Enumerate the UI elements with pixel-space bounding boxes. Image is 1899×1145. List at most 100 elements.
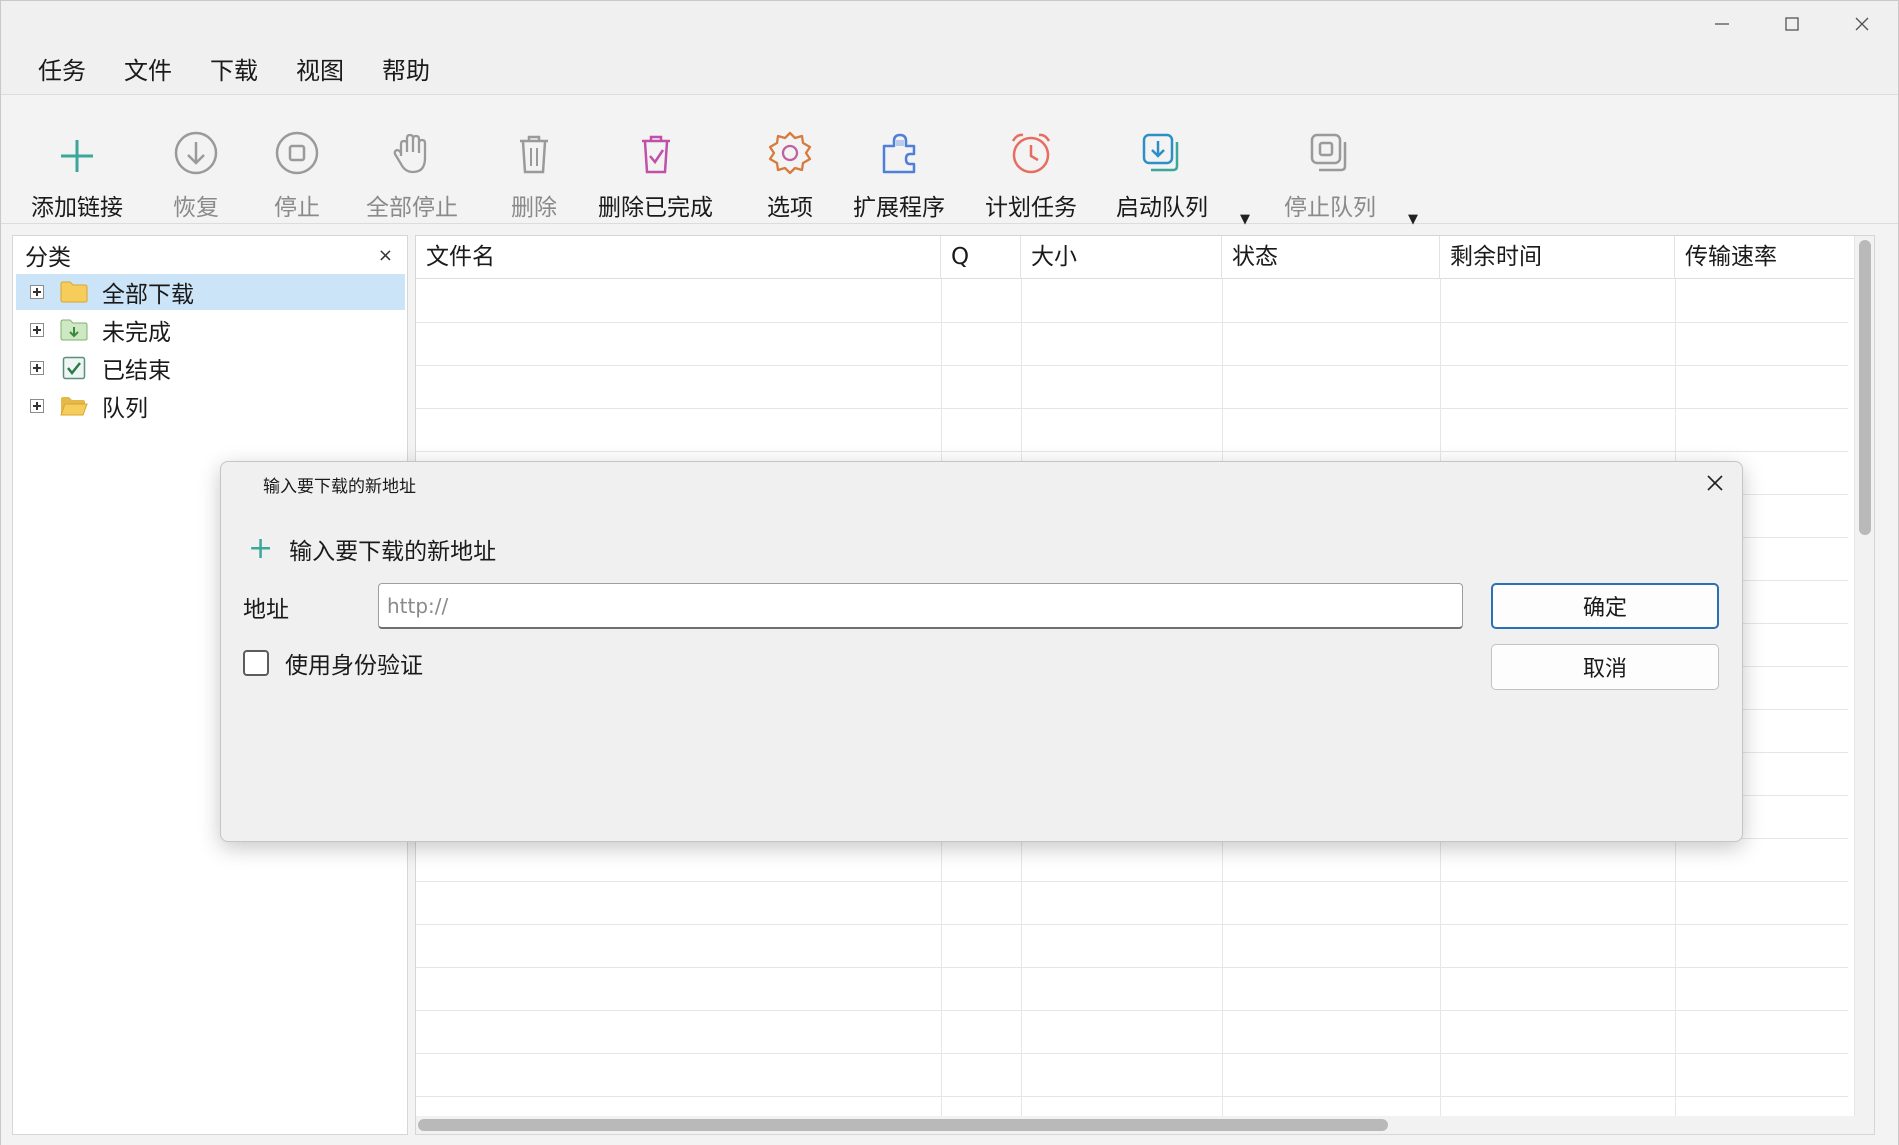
open-folder-icon [60, 394, 88, 418]
horizontal-scrollbar[interactable] [416, 1116, 1874, 1134]
tree-item-queue[interactable]: 队列 [16, 388, 405, 424]
puzzle-icon [869, 116, 929, 180]
maximize-icon [1785, 17, 1799, 31]
scheduler-button[interactable]: 计划任务 [985, 96, 1077, 224]
expand-icon[interactable] [30, 399, 44, 413]
options-button[interactable]: 选项 [760, 96, 820, 224]
delete-label: 删除 [511, 195, 557, 221]
extensions-button[interactable]: 扩展程序 [853, 96, 945, 224]
menu-download[interactable]: 下载 [191, 47, 277, 95]
tree-item-label: 全部下载 [102, 282, 194, 308]
address-input[interactable] [378, 583, 1463, 629]
gear-icon [760, 116, 820, 180]
column-header-time-left[interactable]: 剩余时间 [1440, 236, 1675, 279]
delete-button[interactable]: 删除 [504, 96, 564, 224]
start-queue-button[interactable]: 启动队列 [1116, 96, 1208, 224]
minimize-button[interactable] [1687, 1, 1757, 47]
table-row [416, 365, 1848, 366]
resume-label: 恢复 [173, 195, 219, 221]
table-row [416, 451, 1848, 452]
alarm-clock-icon [1001, 116, 1061, 180]
tree-item-label: 已结束 [102, 358, 171, 384]
download-circle-icon [166, 116, 226, 180]
cancel-button[interactable]: 取消 [1491, 644, 1719, 690]
stop-queue-button[interactable]: 停止队列 [1284, 96, 1376, 224]
expand-icon[interactable] [30, 361, 44, 375]
expand-icon[interactable] [30, 323, 44, 337]
tree-item-finished[interactable]: 已结束 [16, 350, 405, 386]
resume-button[interactable]: 恢复 [166, 96, 226, 224]
tree-item-label: 队列 [102, 396, 148, 422]
category-panel-title: 分类 [25, 245, 71, 271]
plus-icon [47, 116, 107, 180]
table-header: 文件名 Q 大小 状态 剩余时间 传输速率 [416, 236, 1874, 279]
expand-icon[interactable] [30, 285, 44, 299]
horizontal-scroll-thumb[interactable] [418, 1119, 1388, 1131]
toolbar: 添加链接 恢复 停止 全部停止 删除 删除已完成 选项 扩展程序 计划任务 启动… [1, 96, 1898, 227]
folder-icon [60, 280, 88, 304]
trash-icon [504, 116, 564, 180]
maximize-button[interactable] [1757, 1, 1827, 47]
menu-help[interactable]: 帮助 [363, 47, 449, 95]
delete-completed-label: 删除已完成 [598, 195, 713, 221]
delete-completed-button[interactable]: 删除已完成 [598, 96, 713, 224]
options-label: 选项 [767, 195, 813, 221]
vertical-scrollbar[interactable] [1854, 236, 1874, 1134]
folder-download-icon [60, 318, 88, 342]
dialog-title: 输入要下载的新地址 [263, 477, 416, 497]
tree-item-unfinished[interactable]: 未完成 [16, 312, 405, 348]
queue-download-icon [1132, 116, 1192, 180]
ok-button[interactable]: 确定 [1491, 583, 1719, 629]
dialog-title-bar: 输入要下载的新地址 [221, 462, 1742, 504]
vertical-scroll-thumb[interactable] [1859, 240, 1871, 535]
add-link-label: 添加链接 [31, 195, 123, 221]
close-window-button[interactable] [1827, 1, 1897, 47]
table-row [416, 924, 1848, 925]
auth-checkbox-label: 使用身份验证 [285, 653, 423, 679]
dialog-heading: + 输入要下载的新地址 [248, 532, 496, 566]
stop-circle-icon [267, 116, 327, 180]
dialog-heading-text: 输入要下载的新地址 [289, 539, 497, 565]
scheduler-label: 计划任务 [985, 195, 1077, 221]
tree-item-all-downloads[interactable]: 全部下载 [16, 274, 405, 310]
minimize-icon [1715, 23, 1729, 25]
column-header-size[interactable]: 大小 [1021, 236, 1222, 279]
auth-checkbox-row[interactable]: 使用身份验证 [243, 646, 423, 680]
trash-check-icon [626, 116, 686, 180]
close-icon [1855, 17, 1869, 31]
auth-checkbox[interactable] [243, 650, 269, 676]
address-label: 地址 [243, 597, 289, 623]
close-icon[interactable]: × [378, 245, 393, 266]
stop-all-button[interactable]: 全部停止 [366, 96, 458, 224]
column-header-status[interactable]: 状态 [1222, 236, 1440, 279]
stop-button[interactable]: 停止 [267, 96, 327, 224]
title-bar [1, 1, 1898, 47]
column-header-transfer-rate[interactable]: 传输速率 [1675, 236, 1850, 279]
app-window: 任务 文件 下载 视图 帮助 添加链接 恢复 停止 全部停止 删除 删除已完成 … [0, 0, 1899, 1145]
column-header-filename[interactable]: 文件名 [416, 236, 941, 279]
close-icon [1707, 475, 1723, 491]
stop-all-label: 全部停止 [366, 195, 458, 221]
menu-view[interactable]: 视图 [277, 47, 363, 95]
table-row [416, 967, 1848, 968]
table-row [416, 1053, 1848, 1054]
table-row [416, 1096, 1848, 1097]
tree-item-label: 未完成 [102, 320, 171, 346]
start-queue-label: 启动队列 [1116, 195, 1208, 221]
column-header-q[interactable]: Q [941, 236, 1021, 279]
extensions-label: 扩展程序 [853, 195, 945, 221]
dialog-close-button[interactable] [1702, 470, 1728, 496]
checkbox-checked-icon [60, 356, 88, 380]
add-url-dialog: 输入要下载的新地址 + 输入要下载的新地址 地址 确定 取消 使用身份验证 [220, 461, 1743, 842]
hand-stop-icon [382, 116, 442, 180]
menu-task[interactable]: 任务 [19, 47, 105, 95]
menu-bar: 任务 文件 下载 视图 帮助 [1, 47, 1898, 95]
stop-label: 停止 [274, 195, 320, 221]
category-panel-header: 分类 × [13, 236, 407, 274]
stop-queue-label: 停止队列 [1284, 195, 1376, 221]
queue-stop-icon [1300, 116, 1360, 180]
plus-icon: + [248, 531, 274, 566]
menu-file[interactable]: 文件 [105, 47, 191, 95]
table-row [416, 322, 1848, 323]
add-link-button[interactable]: 添加链接 [31, 96, 123, 224]
